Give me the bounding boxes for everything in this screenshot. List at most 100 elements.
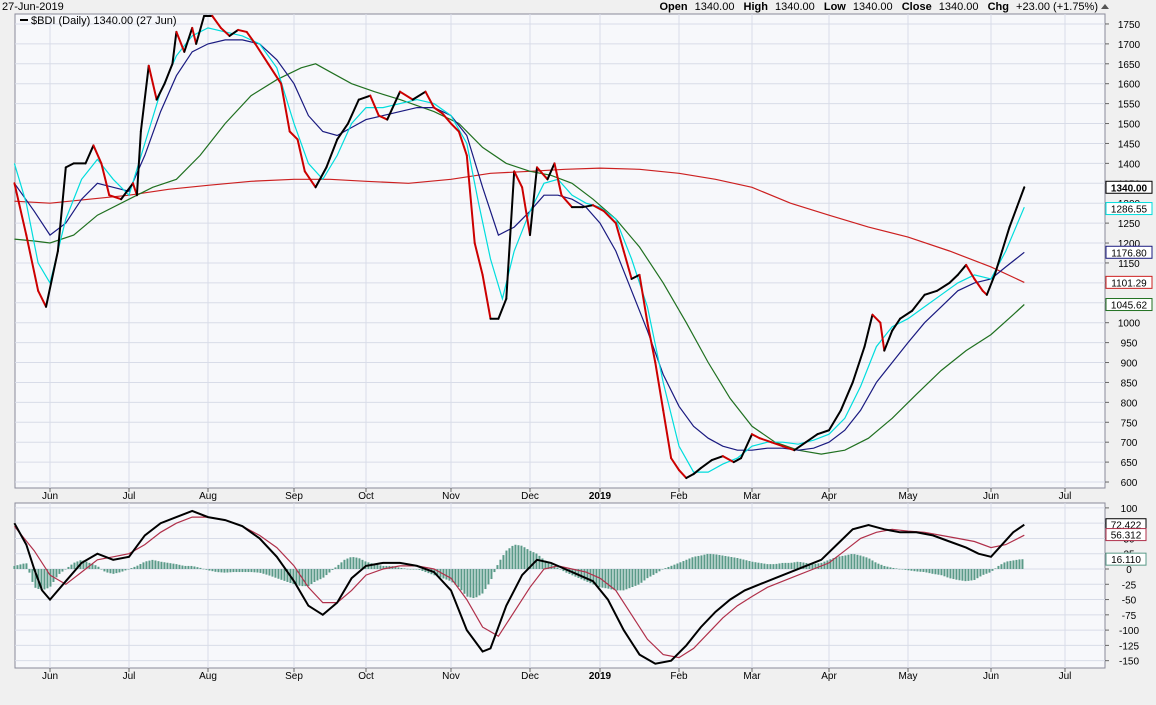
histogram-bar — [487, 569, 490, 585]
histogram-bar — [694, 556, 697, 569]
histogram-bar — [466, 569, 469, 597]
x-tick-label: Mar — [743, 671, 761, 682]
histogram-bar — [955, 569, 958, 580]
y-tick-label: 700 — [1121, 438, 1138, 449]
histogram-bar — [187, 565, 190, 569]
histogram-bar — [742, 559, 745, 569]
y-tick-label: 1700 — [1118, 40, 1141, 51]
histogram-bar — [490, 569, 493, 580]
histogram-bar — [112, 569, 115, 574]
histogram-bar — [700, 555, 703, 569]
histogram-bar — [265, 569, 268, 575]
histogram-bar — [64, 569, 67, 570]
histogram-bar — [994, 568, 997, 569]
histogram-bar — [343, 559, 346, 569]
histogram-bar — [601, 569, 604, 588]
y-tick-label: -100 — [1119, 626, 1139, 637]
histogram-bar — [190, 565, 193, 569]
histogram-bar — [844, 555, 847, 569]
x-tick-label: May — [899, 671, 918, 682]
histogram-bar — [916, 569, 919, 572]
histogram-bar — [661, 569, 664, 570]
histogram-bar — [682, 561, 685, 569]
histogram-bar — [52, 569, 55, 582]
histogram-bar — [217, 569, 220, 573]
histogram-bar — [121, 569, 124, 572]
histogram-bar — [97, 566, 100, 569]
histogram-bar — [850, 554, 853, 569]
histogram-bar — [838, 556, 841, 569]
histogram-bar — [1000, 564, 1003, 569]
x-tick-label: 2019 — [589, 671, 612, 682]
histogram-bar — [613, 569, 616, 591]
x-tick-label: Sep — [285, 491, 303, 502]
histogram-bar — [679, 562, 682, 569]
histogram-bar — [235, 569, 238, 573]
histogram-bar — [1012, 560, 1015, 569]
histogram-bar — [313, 569, 316, 583]
histogram-bar — [988, 569, 991, 573]
histogram-bar — [58, 569, 61, 574]
x-tick-label: Mar — [743, 491, 761, 502]
histogram-bar — [472, 569, 475, 599]
y-tick-label: 100 — [1121, 504, 1138, 515]
histogram-bar — [874, 562, 877, 569]
histogram-bar — [904, 569, 907, 570]
y-tick-label: 650 — [1121, 458, 1138, 469]
histogram-bar — [649, 569, 652, 577]
histogram-bar — [760, 563, 763, 569]
histogram-bar — [634, 569, 637, 586]
histogram-bar — [25, 563, 28, 569]
histogram-bar — [127, 569, 130, 570]
histogram-bar — [31, 569, 34, 582]
histogram-bar — [604, 569, 607, 589]
histogram-bar — [457, 569, 460, 587]
histogram-bar — [790, 562, 793, 569]
histogram-bar — [559, 569, 562, 570]
open-label: Open — [659, 1, 687, 13]
histogram-bar — [703, 554, 706, 569]
histogram-bar — [409, 569, 412, 570]
histogram-bar — [940, 569, 943, 576]
x-tick-label: Jul — [123, 671, 136, 682]
x-tick-label: 2019 — [589, 491, 612, 502]
y-tick-label: 1550 — [1118, 100, 1141, 111]
histogram-bar — [148, 560, 151, 569]
histogram-bar — [1009, 560, 1012, 569]
histogram-bar — [772, 564, 775, 569]
histogram-bar — [28, 569, 31, 573]
histogram-bar — [223, 569, 226, 573]
histogram-bar — [895, 568, 898, 569]
histogram-bar — [859, 555, 862, 569]
histogram-bar — [322, 569, 325, 578]
histogram-bar — [55, 569, 58, 578]
histogram-bar — [925, 569, 928, 573]
histogram-bar — [502, 555, 505, 569]
y-tick-label: 850 — [1121, 378, 1138, 389]
histogram-bar — [496, 565, 499, 569]
histogram-bar — [478, 569, 481, 596]
histogram-bar — [973, 569, 976, 580]
histogram-bar — [214, 569, 217, 572]
macd-value-label: 16.110 — [1111, 555, 1141, 566]
histogram-bar — [793, 562, 796, 569]
histogram-bar — [400, 567, 403, 569]
histogram-bar — [484, 569, 487, 590]
histogram-bar — [274, 569, 277, 578]
histogram-bar — [967, 569, 970, 581]
header-arrow-icon[interactable] — [1101, 4, 1109, 9]
x-tick-label: Jul — [1059, 671, 1072, 682]
histogram-bar — [964, 569, 967, 582]
histogram-bar — [778, 563, 781, 569]
histogram-bar — [688, 558, 691, 569]
histogram-bar — [910, 569, 913, 571]
histogram-bar — [175, 564, 178, 569]
histogram-bar — [448, 569, 451, 581]
macd-panel: 1007550250-25-50-75-100-125-150 72.42256… — [13, 502, 1147, 682]
macd-panel-bg — [14, 502, 1106, 669]
x-tick-label: Dec — [521, 491, 539, 502]
histogram-bar — [985, 569, 988, 574]
histogram-bar — [73, 562, 76, 569]
histogram-bar — [766, 564, 769, 569]
histogram-bar — [133, 566, 136, 569]
